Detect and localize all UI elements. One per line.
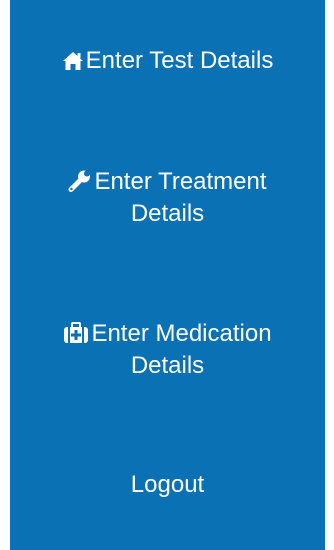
sidebar-item-label-line2: Details <box>130 200 205 227</box>
sidebar-item-enter-treatment-details[interactable]: Enter Treatment Details <box>10 166 325 230</box>
sidebar-item-label: Enter Test Details <box>85 47 274 74</box>
sidebar-item-label-line1: Enter Treatment <box>94 168 267 195</box>
sidebar-item-logout[interactable]: Logout <box>10 469 325 501</box>
sidebar-item-label-line2: Details <box>130 352 205 379</box>
sidebar-item-enter-test-details[interactable]: Enter Test Details <box>10 45 325 77</box>
wrench-icon <box>68 170 92 192</box>
sidebar-item-label-line1: Enter Medication <box>91 320 272 347</box>
sidebar: Enter Test Details Enter Treatment Detai… <box>10 0 325 550</box>
sidebar-item-label: Logout <box>130 471 205 498</box>
sidebar-item-enter-medication-details[interactable]: Enter Medication Details <box>10 318 325 382</box>
medkit-icon <box>63 322 89 344</box>
home-icon <box>62 51 84 71</box>
